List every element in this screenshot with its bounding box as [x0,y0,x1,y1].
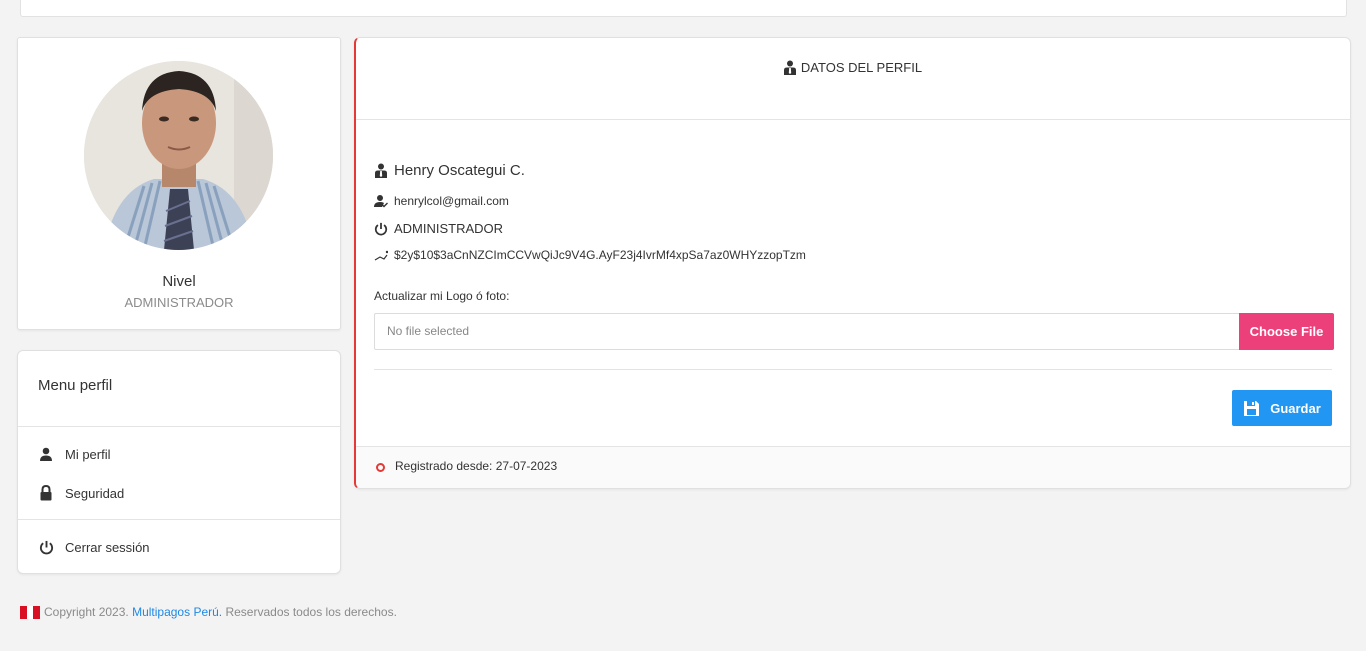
card-title: DATOS DEL PERFIL [356,60,1350,75]
profile-email: henrylcol@gmail.com [394,194,509,208]
profile-menu: Menu perfil Mi perfil Seguridad Cerrar s… [17,350,341,574]
upload-label: Actualizar mi Logo ó foto: [374,289,510,303]
page-footer: Copyright 2023. Multipagos Perú. Reserva… [20,605,397,619]
card-header: DATOS DEL PERFIL [356,38,1350,120]
profile-data-card: DATOS DEL PERFIL Henry Oscategui C. henr… [354,37,1351,489]
menu-title: Menu perfil [38,377,113,394]
password-hash: $2y$10$3aCnNZCImCCVwQiJc9V4G.AyF23j4IvrM… [394,248,806,262]
profile-card: Nivel ADMINISTRADOR [17,37,341,330]
save-button[interactable]: Guardar [1232,390,1332,426]
user-tie-icon [783,60,796,75]
level-label: Nivel [162,273,196,290]
file-input[interactable]: No file selected Choose File [374,313,1334,350]
menu-item-cerrar-sesion[interactable]: Cerrar sessión [38,539,150,555]
status-dot-icon [376,463,385,472]
menu-divider [18,519,340,520]
copyright-suffix: Reservados todos los derechos. [225,605,397,619]
lock-icon [38,485,54,501]
card-footer: Registrado desde: 27-07-2023 [356,446,1350,488]
choose-file-button[interactable]: Choose File [1239,313,1334,350]
profile-role-row: ADMINISTRADOR [374,221,503,236]
menu-item-label: Cerrar sessión [65,539,150,555]
card-title-text: DATOS DEL PERFIL [800,60,923,75]
menu-item-seguridad[interactable]: Seguridad [38,485,124,501]
profile-hash-row: $2y$10$3aCnNZCImCCVwQiJc9V4G.AyF23j4IvrM… [374,248,806,262]
menu-item-label: Mi perfil [65,446,111,462]
profile-name: Henry Oscategui C. [394,162,525,179]
profile-email-row: henrylcol@gmail.com [374,194,509,208]
save-button-label: Guardar [1270,400,1321,416]
peru-flag-icon [20,605,41,619]
power-icon [38,539,54,555]
brand-link[interactable]: Multipagos Perú. [132,605,222,619]
key-icon [374,248,388,262]
form-divider [374,369,1332,370]
menu-item-label: Seguridad [65,485,125,501]
copyright-prefix: Copyright 2023. [44,605,129,619]
level-value: ADMINISTRADOR [124,295,234,310]
power-icon [374,222,388,236]
user-icon [38,446,54,462]
profile-role: ADMINISTRADOR [394,221,504,236]
menu-divider [18,426,340,427]
file-placeholder: No file selected [387,324,470,338]
user-tie-icon [374,163,388,178]
avatar [84,61,273,250]
profile-name-row: Henry Oscategui C. [374,162,525,179]
top-bar [20,0,1347,17]
floppy-disk-icon [1243,400,1260,417]
user-check-icon [374,194,388,208]
menu-item-mi-perfil[interactable]: Mi perfil [38,446,111,462]
registered-date: Registrado desde: 27-07-2023 [395,459,558,473]
